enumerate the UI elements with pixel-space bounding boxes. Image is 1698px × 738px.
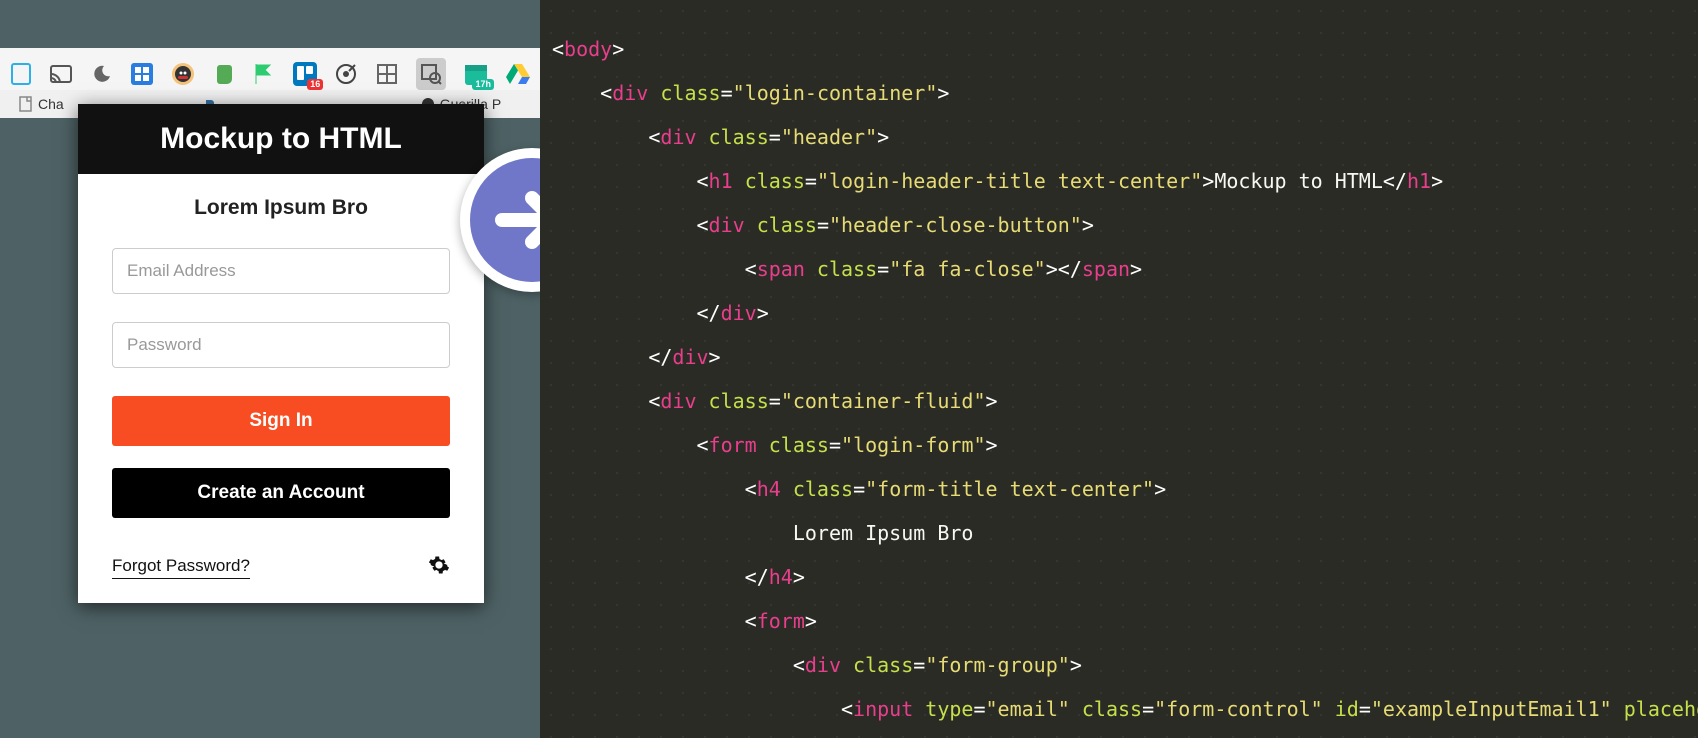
code-line: </div> [552, 346, 1698, 368]
inspect-icon[interactable] [416, 58, 446, 90]
target-icon[interactable] [335, 62, 357, 86]
code-line: <div class="login-container"> [552, 82, 1698, 104]
code-line: <form> [552, 610, 1698, 632]
login-modal: ✕ Mockup to HTML Lorem Ipsum Bro Sign In… [78, 104, 484, 603]
code-line: Lorem Ipsum Bro [552, 522, 1698, 544]
file-icon[interactable] [10, 62, 32, 86]
code-line: <div class="header-close-button"> [552, 214, 1698, 236]
page-icon [18, 96, 34, 112]
code-editor[interactable]: <body> <div class="login-container"> <di… [540, 0, 1698, 738]
login-footer: Forgot Password? [112, 554, 450, 581]
code-line: <div class="header"> [552, 126, 1698, 148]
code-line: </h4> [552, 566, 1698, 588]
code-line: <h1 class="login-header-title text-cente… [552, 170, 1698, 192]
flag-icon[interactable] [253, 62, 275, 86]
drive-icon[interactable] [506, 62, 530, 86]
login-header: Mockup to HTML [78, 104, 484, 174]
code-line: <h4 class="form-title text-center"> [552, 478, 1698, 500]
code-line: <span class="fa fa-close"></span> [552, 258, 1698, 280]
code-line: </div> [552, 302, 1698, 324]
grid-blue-icon[interactable] [131, 62, 153, 86]
grid-icon[interactable] [376, 62, 398, 86]
code-line: <div class="container-fluid"> [552, 390, 1698, 412]
tab-1-label: Cha [38, 96, 64, 112]
login-body: Lorem Ipsum Bro Sign In Create an Accoun… [78, 174, 484, 603]
trello-icon[interactable]: 16 [293, 62, 317, 86]
tab-1[interactable]: Cha [18, 96, 64, 112]
code-line: <body> [552, 38, 1698, 60]
login-subtitle: Lorem Ipsum Bro [112, 196, 450, 220]
moon-icon[interactable] [90, 62, 112, 86]
password-field[interactable] [112, 322, 450, 368]
evernote-icon[interactable] [213, 62, 235, 86]
code-line: <input type="email" class="form-control"… [552, 698, 1698, 720]
login-title: Mockup to HTML [98, 122, 464, 156]
calendar-icon[interactable]: 17h [464, 62, 488, 86]
code-line: <div class="form-group"> [552, 654, 1698, 676]
gear-icon[interactable] [428, 554, 450, 581]
calendar-badge: 17h [472, 79, 494, 90]
signin-button[interactable]: Sign In [112, 396, 450, 446]
create-account-button[interactable]: Create an Account [112, 468, 450, 518]
forgot-password-link[interactable]: Forgot Password? [112, 556, 250, 579]
email-field[interactable] [112, 248, 450, 294]
cast-icon[interactable] [50, 62, 72, 86]
avatar-icon[interactable] [171, 62, 195, 86]
code-line: <form class="login-form"> [552, 434, 1698, 456]
trello-badge: 16 [307, 79, 323, 90]
